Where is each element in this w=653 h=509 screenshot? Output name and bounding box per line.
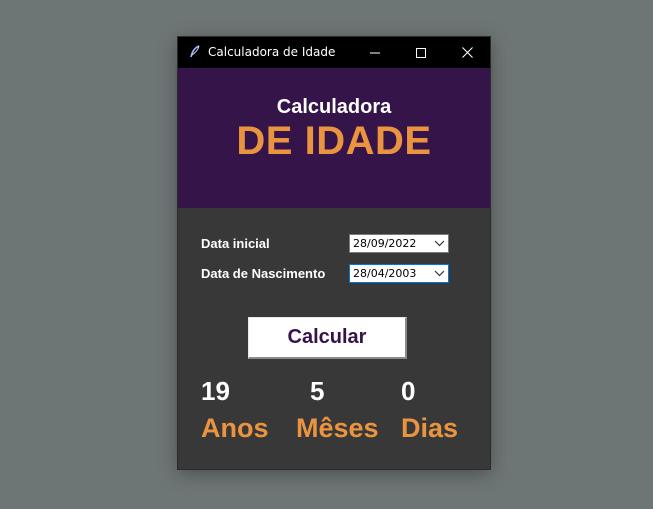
app-header: Calculadora DE IDADE [178,68,490,208]
chevron-down-icon[interactable] [434,269,445,278]
header-title: DE IDADE [236,119,432,163]
years-value: 19 [201,376,230,406]
months-value: 5 [310,376,325,406]
birth-date-label: Data de Nascimento [201,266,326,281]
calculate-button[interactable]: Calcular [248,317,407,359]
title-bar[interactable]: Calculadora de Idade [178,37,490,68]
start-date-label: Data inicial [201,236,270,251]
birth-date-value: 28/04/2003 [353,267,417,280]
birth-date-picker[interactable]: 28/04/2003 [349,264,449,283]
maximize-icon [416,47,426,58]
chevron-down-icon[interactable] [434,239,445,248]
minimize-icon [370,52,380,53]
minimize-button[interactable] [352,37,398,68]
maximize-button[interactable] [398,37,444,68]
header-subtitle: Calculadora [276,96,392,118]
days-value: 0 [401,376,416,406]
feather-icon [190,45,200,58]
app-window: Calculadora de Idade Calculadora DE IDAD… [178,37,490,469]
close-icon [461,47,473,58]
start-date-picker[interactable]: 28/09/2022 [349,234,449,253]
years-label: Anos [201,413,269,443]
start-date-value: 28/09/2022 [353,237,417,250]
days-label: Dias [401,413,459,443]
window-title: Calculadora de Idade [208,45,336,59]
close-button[interactable] [444,37,490,68]
months-label: Mêses [296,413,379,443]
